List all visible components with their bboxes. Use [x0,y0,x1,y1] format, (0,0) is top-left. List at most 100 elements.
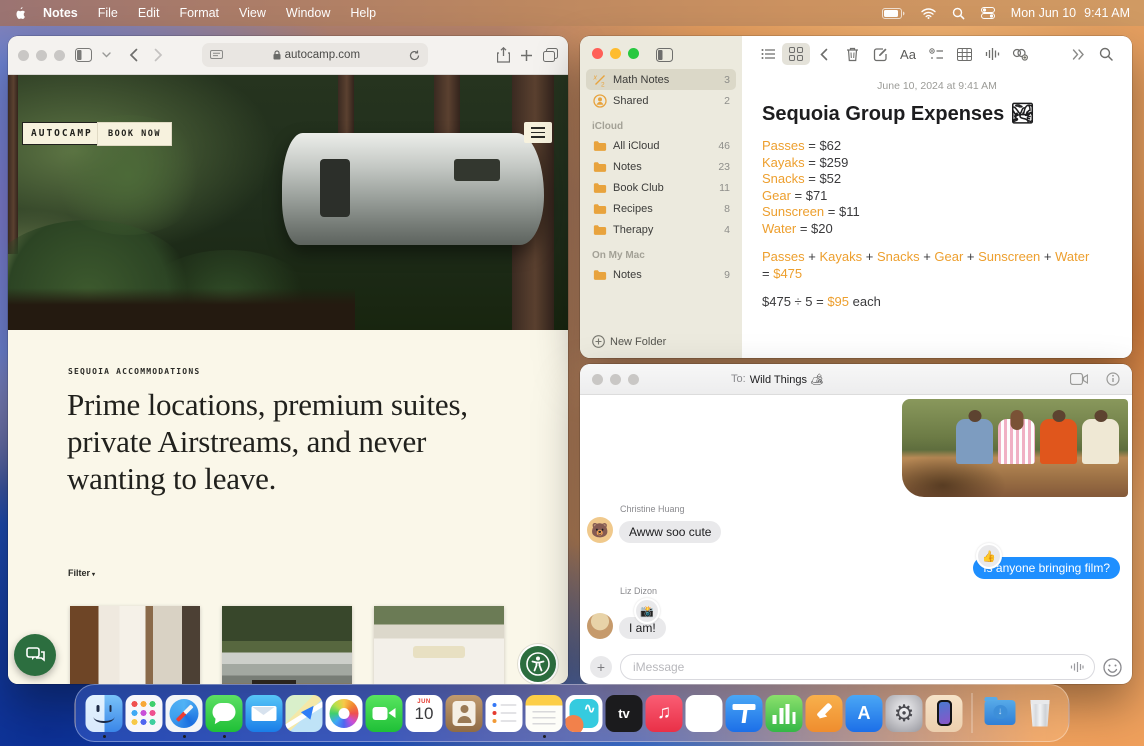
note-line[interactable]: Water = $20 [762,221,1132,238]
note-line[interactable]: Passes + Kayaks + Snacks + Gear + Sunscr… [762,249,1132,266]
dock-launchpad-icon[interactable] [126,695,163,732]
note-body[interactable]: Passes = $62Kayaks = $259Snacks = $52Gea… [762,138,1132,311]
filter-control[interactable]: Filter [68,568,95,578]
search-icon[interactable] [1092,43,1120,65]
accessibility-button[interactable] [518,644,558,684]
message-bubble[interactable]: Awww soo cute [619,521,721,543]
dock-calendar-icon[interactable]: JUN10 [406,695,443,732]
chat-widget-button[interactable] [14,634,56,676]
dock-music-icon[interactable]: ♫ [646,695,683,732]
control-center-icon[interactable] [981,7,995,19]
dock-iphone-icon[interactable] [926,695,963,732]
dock-messages-icon[interactable] [206,695,243,732]
sidebar-item-icloud-therapy[interactable]: Therapy 4 [586,219,736,240]
sidebar-item-math-notes[interactable]: x2 Math Notes 3 [586,69,736,90]
accommodation-card-interior[interactable] [70,606,200,684]
new-tab-icon[interactable] [520,49,533,62]
note-line[interactable]: Snacks = $52 [762,171,1132,188]
dock-appstore-icon[interactable]: A [846,695,883,732]
chevron-down-icon[interactable] [102,52,111,58]
new-note-icon[interactable] [866,43,894,65]
format-text-button[interactable]: Aa [894,43,922,65]
sidebar-toggle-icon[interactable] [656,48,673,62]
dock-safari-icon[interactable] [166,695,203,732]
dock-news-icon[interactable] [686,695,723,732]
note-line[interactable]: Kayaks = $259 [762,155,1132,172]
menu-help[interactable]: Help [340,6,386,20]
reload-icon[interactable] [409,50,420,61]
back-icon[interactable] [810,43,838,65]
page-format-icon[interactable] [210,50,223,61]
menu-edit[interactable]: Edit [128,6,170,20]
video-call-icon[interactable] [1070,373,1088,385]
list-view-icon[interactable] [754,43,782,65]
dock-pages-icon[interactable] [806,695,843,732]
apple-menu-icon[interactable] [14,6,27,21]
forward-icon[interactable] [154,48,163,62]
book-now-button[interactable]: BOOK NOW [97,122,172,146]
tapback-thumbs-up[interactable]: 👍 [976,543,1002,569]
dock-mail-icon[interactable] [246,695,283,732]
accommodation-card-suite[interactable] [374,606,504,684]
photo-attachment[interactable] [902,399,1128,497]
back-icon[interactable] [129,48,138,62]
wifi-icon[interactable] [921,8,936,19]
note-line[interactable]: Sunscreen = $11 [762,204,1132,221]
autocamp-logo[interactable]: AUTOCAMP [22,122,102,145]
window-controls[interactable] [18,50,65,61]
sidebar-item-icloud-all-icloud[interactable]: All iCloud 46 [586,135,736,156]
menu-view[interactable]: View [229,6,276,20]
dock-notes-icon[interactable] [526,695,563,732]
audio-graph-icon[interactable] [978,43,1006,65]
dock-reminders-icon[interactable] [486,695,523,732]
address-bar[interactable]: autocamp.com [202,43,428,67]
note-line[interactable]: Gear = $71 [762,188,1132,205]
note-line[interactable]: = $475 [762,266,1132,283]
dock-maps-icon[interactable] [286,695,323,732]
message-input[interactable] [631,659,1070,675]
share-icon[interactable] [497,47,510,63]
menu-file[interactable]: File [88,6,128,20]
dock-keynote-icon[interactable] [726,695,763,732]
sidebar-item-icloud-book-club[interactable]: Book Club 11 [586,177,736,198]
avatar[interactable]: 🐻 [587,517,613,543]
sidebar-item-on-my-mac-notes[interactable]: Notes 9 [586,264,736,285]
chat-name[interactable]: Wild Things 🏕 [750,373,824,386]
menu-format[interactable]: Format [169,6,229,20]
gallery-view-icon[interactable] [782,43,810,65]
note-title[interactable]: Sequoia Group Expenses 🏞 [762,101,1132,126]
sidebar-item-icloud-recipes[interactable]: Recipes 8 [586,198,736,219]
tab-overview-icon[interactable] [543,48,558,62]
window-controls[interactable] [592,374,639,385]
attach-plus-button[interactable]: + [590,656,612,678]
spotlight-icon[interactable] [952,7,965,20]
tapback-camera[interactable]: 📸 [634,598,660,624]
emoji-picker-icon[interactable] [1103,658,1122,677]
message-input-field[interactable] [620,654,1095,680]
battery-icon[interactable] [882,8,905,19]
dock-appletv-icon[interactable]: tv [606,695,643,732]
dock-facetime-icon[interactable] [366,695,403,732]
checklist-icon[interactable] [922,43,950,65]
dock-trash-icon[interactable] [1022,695,1059,732]
audio-message-icon[interactable] [1070,661,1084,673]
hamburger-menu-icon[interactable] [524,122,552,143]
info-icon[interactable] [1106,372,1120,386]
avatar[interactable] [587,613,613,639]
sidebar-toggle-icon[interactable] [75,48,92,62]
new-folder-button[interactable]: New Folder [580,335,742,358]
dock-settings-icon[interactable]: ⚙ [886,695,923,732]
dock-finder-icon[interactable] [86,695,123,732]
dock-contacts-icon[interactable] [446,695,483,732]
sidebar-item-icloud-notes[interactable]: Notes 23 [586,156,736,177]
dock-numbers-icon[interactable] [766,695,803,732]
dock-freeform-icon[interactable] [566,695,603,732]
more-toolbar-icon[interactable] [1064,43,1092,65]
delete-note-icon[interactable] [838,43,866,65]
dock-downloads-icon[interactable] [982,695,1019,732]
menu-window[interactable]: Window [276,6,340,20]
note-line[interactable]: Passes = $62 [762,138,1132,155]
note-line[interactable]: $475 ÷ 5 = $95 each [762,294,1132,311]
sidebar-item-shared[interactable]: Shared 2 [586,90,736,111]
link-icon[interactable] [1006,43,1034,65]
